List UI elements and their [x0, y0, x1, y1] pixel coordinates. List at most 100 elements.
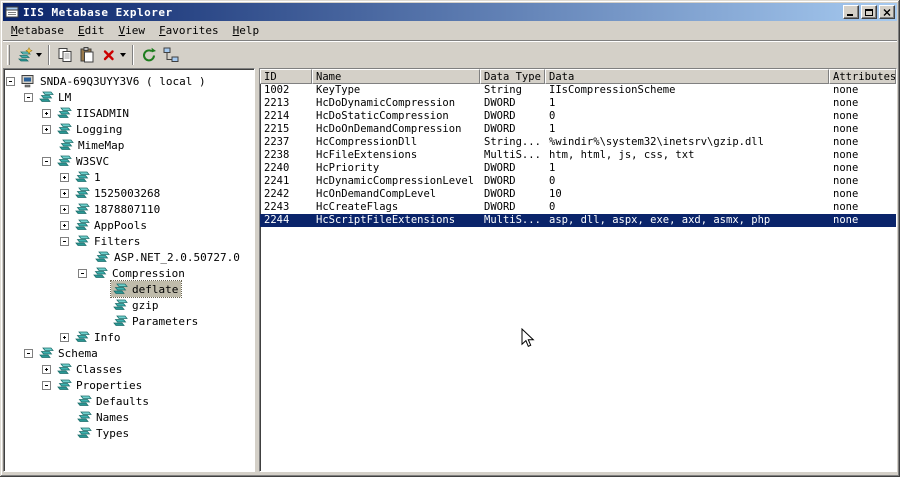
tree-node-1878807110[interactable]: 1878807110	[4, 201, 254, 217]
tree-node-label: Names	[96, 410, 130, 424]
tree-node-lm[interactable]: LM	[4, 89, 254, 105]
tree-node-label: IISADMIN	[76, 106, 129, 120]
window-title: IIS Metabase Explorer	[23, 5, 173, 19]
plus-expander[interactable]	[42, 108, 51, 118]
tree-node-compression[interactable]: Compression	[4, 265, 254, 281]
table-row-2244[interactable]: 2244 HcScriptFileExtensions MultiS... asp, …	[260, 214, 896, 227]
tree-node-snda-69q3uyy3v6-local[interactable]: SNDA-69Q3UYY3V6 ( local )	[4, 73, 254, 89]
tree-node-label: W3SVC	[76, 154, 110, 168]
maximize-button[interactable]	[861, 5, 877, 19]
column-header-data-type[interactable]: Data Type	[480, 69, 545, 84]
tree-node-classes[interactable]: Classes	[4, 361, 254, 377]
cell-name: HcPriority	[316, 162, 380, 174]
table-row-2243[interactable]: 2243 HcCreateFlags DWORD 0 none	[260, 201, 896, 214]
table-row-2215[interactable]: 2215 HcDoOnDemandCompression DWORD 1 none	[260, 123, 896, 136]
column-header-attributes[interactable]: Attributes	[829, 69, 896, 84]
tree-node-parameters[interactable]: Parameters	[4, 313, 254, 329]
tree-node-mimemap[interactable]: MimeMap	[4, 137, 254, 153]
minimize-button[interactable]	[843, 5, 859, 19]
tree-node-gzip[interactable]: gzip	[4, 297, 254, 313]
tree-node-label: Schema	[58, 346, 98, 360]
metabase-key-icon	[74, 187, 91, 200]
plus-expander[interactable]	[42, 124, 51, 134]
delete-dropdown-arrow[interactable]	[120, 52, 126, 57]
plus-expander[interactable]	[60, 332, 69, 342]
cell-type: String	[484, 84, 522, 96]
cell-data: 0	[549, 110, 556, 122]
menu-item-edit[interactable]: Edit	[71, 22, 112, 40]
minus-expander[interactable]	[78, 268, 87, 278]
cell-data: %windir%\system32\inetsrv\gzip.dll	[549, 136, 764, 148]
tree-node-schema[interactable]: Schema	[4, 345, 254, 361]
toolbar-separator	[132, 44, 134, 65]
metabase-key-icon	[92, 267, 109, 280]
paste-button[interactable]	[76, 43, 98, 67]
cell-data: IIsCompressionScheme	[549, 84, 676, 96]
menu-item-help[interactable]: Help	[226, 22, 267, 40]
plus-expander[interactable]	[60, 188, 69, 198]
plus-expander[interactable]	[60, 220, 69, 230]
tree-node-label: LM	[58, 90, 72, 104]
tree-node-info[interactable]: Info	[4, 329, 254, 345]
cell-attributes: none	[833, 110, 859, 122]
tree-node-1525003268[interactable]: 1525003268	[4, 185, 254, 201]
cell-attributes: none	[833, 162, 859, 174]
plus-expander[interactable]	[60, 172, 69, 182]
tree-node-label: MimeMap	[78, 138, 125, 152]
new-key-button[interactable]	[14, 43, 44, 67]
cell-attributes: none	[833, 123, 859, 135]
column-header-name[interactable]: Name	[312, 69, 480, 84]
refresh-button[interactable]	[138, 43, 160, 67]
delete-icon	[100, 46, 118, 64]
connect-button[interactable]	[160, 43, 182, 67]
table-row-1002[interactable]: 1002 KeyType String IIsCompressionScheme non…	[260, 84, 896, 97]
table-row-2213[interactable]: 2213 HcDoDynamicCompression DWORD 1 none	[260, 97, 896, 110]
metabase-key-icon	[74, 219, 91, 232]
paste-icon	[78, 46, 96, 64]
new-key-dropdown-arrow[interactable]	[36, 52, 42, 57]
copy-button[interactable]	[54, 43, 76, 67]
tree-node-iisadmin[interactable]: IISADMIN	[4, 105, 254, 121]
tree-node-deflate[interactable]: deflate	[4, 280, 254, 298]
menu-item-view[interactable]: View	[111, 22, 152, 40]
menu-item-favorites[interactable]: Favorites	[152, 22, 226, 40]
titlebar[interactable]: IIS Metabase Explorer	[3, 3, 897, 21]
tree-node-label: deflate	[132, 282, 179, 296]
menu-item-metabase[interactable]: Metabase	[4, 22, 71, 40]
minus-expander[interactable]	[6, 76, 15, 86]
tree-node-types[interactable]: Types	[4, 425, 254, 441]
minus-expander[interactable]	[60, 236, 69, 246]
tree-node-defaults[interactable]: Defaults	[4, 393, 254, 409]
column-header-data[interactable]: Data	[545, 69, 829, 84]
tree-node-1[interactable]: 1	[4, 169, 254, 185]
minus-expander[interactable]	[42, 380, 51, 390]
tree-node-names[interactable]: Names	[4, 409, 254, 425]
minus-expander[interactable]	[42, 156, 51, 166]
tree-node-w3svc[interactable]: W3SVC	[4, 153, 254, 169]
tree-node-label: Info	[94, 330, 121, 344]
tree-node-apppools[interactable]: AppPools	[4, 217, 254, 233]
table-row-2238[interactable]: 2238 HcFileExtensions MultiS... htm, html, …	[260, 149, 896, 162]
table-row-2237[interactable]: 2237 HcCompressionDll String... %windir%\sy…	[260, 136, 896, 149]
toolbar-grip[interactable]	[7, 44, 10, 65]
minus-expander[interactable]	[24, 348, 33, 358]
tree-node-asp-net-2-0-50727-0[interactable]: ASP.NET_2.0.50727.0	[4, 249, 254, 265]
table-row-2240[interactable]: 2240 HcPriority DWORD 1 none	[260, 162, 896, 175]
tree-node-filters[interactable]: Filters	[4, 233, 254, 249]
plus-expander[interactable]	[60, 204, 69, 214]
tree-node-logging[interactable]: Logging	[4, 121, 254, 137]
delete-button[interactable]	[98, 43, 128, 67]
cell-id: 2238	[264, 149, 290, 161]
minus-expander[interactable]	[24, 92, 33, 102]
plus-expander[interactable]	[42, 364, 51, 374]
cell-name: HcDoStaticCompression	[316, 110, 449, 122]
table-row-2242[interactable]: 2242 HcOnDemandCompLevel DWORD 10 none	[260, 188, 896, 201]
table-row-2214[interactable]: 2214 HcDoStaticCompression DWORD 0 none	[260, 110, 896, 123]
tree-node-properties[interactable]: Properties	[4, 377, 254, 393]
column-header-id[interactable]: ID	[260, 69, 312, 84]
table-row-2241[interactable]: 2241 HcDynamicCompressionLevel DWORD 0 none	[260, 175, 896, 188]
close-button[interactable]	[879, 5, 895, 19]
metabase-tree: SNDA-69Q3UYY3V6 ( local ) LM IISADMIN Loggi…	[3, 68, 255, 472]
cell-name: HcFileExtensions	[316, 149, 418, 161]
cell-id: 2241	[264, 175, 290, 187]
